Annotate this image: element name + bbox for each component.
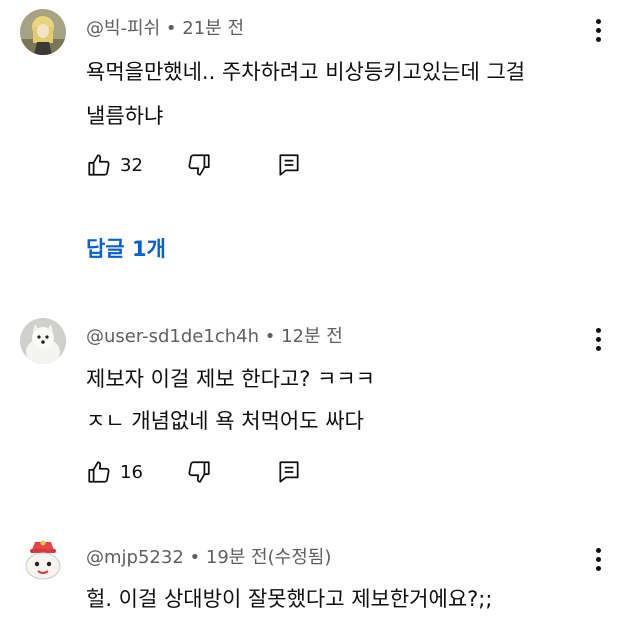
dislike-button[interactable]	[186, 459, 212, 485]
thumbs-down-icon	[188, 461, 210, 483]
thumbs-down-icon	[188, 154, 210, 176]
thumbs-up-icon	[88, 461, 110, 483]
reply-comment-icon	[279, 461, 299, 483]
meta-separator: •	[189, 547, 201, 568]
avatar[interactable]	[20, 538, 66, 584]
comment-time[interactable]: 21분 전	[182, 18, 244, 39]
comment-text-line: 헐. 이걸 상대방이 잘못했다고 제보한거에요?;;	[86, 587, 493, 611]
meta-separator: •	[264, 326, 276, 347]
kebab-dot-icon	[595, 336, 601, 342]
meta-separator: •	[165, 18, 177, 39]
kebab-dot-icon	[595, 547, 601, 553]
kebab-dot-icon	[595, 36, 601, 42]
more-options-button[interactable]	[588, 15, 608, 45]
more-options-button[interactable]	[588, 324, 608, 354]
comment-text-line: 낼름하냐	[86, 104, 164, 128]
comment-text-line: 욕먹을만했네.. 주차하려고 비상등키고있는데 그걸	[86, 60, 526, 84]
blonde-figure-avatar	[20, 9, 66, 55]
comment-author[interactable]: @mjp5232	[86, 547, 184, 568]
comment-time[interactable]: 12분 전	[281, 326, 343, 347]
reply-button[interactable]	[276, 152, 302, 178]
comment-author[interactable]: @빅-피쉬	[86, 18, 160, 39]
kebab-dot-icon	[595, 556, 601, 562]
cartoon-character-avatar	[20, 538, 66, 584]
comment-text-line: ㅈㄴ 개념없네 욕 처먹어도 싸다	[86, 409, 364, 433]
kebab-dot-icon	[595, 27, 601, 33]
reply-button[interactable]	[276, 459, 302, 485]
view-replies-button[interactable]: 답글 1개	[86, 233, 166, 263]
like-button[interactable]: 16	[86, 459, 143, 485]
like-button[interactable]: 32	[86, 152, 143, 178]
avatar[interactable]	[20, 9, 66, 55]
comment-meta: @mjp5232 • 19분 전(수정됨)	[86, 543, 331, 569]
comment-meta: @user-sd1de1ch4h • 12분 전	[86, 322, 343, 348]
kebab-dot-icon	[595, 18, 601, 24]
thumbs-up-icon	[88, 154, 110, 176]
dislike-button[interactable]	[186, 152, 212, 178]
comment-time[interactable]: 19분 전(수정됨)	[206, 547, 331, 568]
like-count: 32	[120, 154, 143, 176]
kebab-dot-icon	[595, 327, 601, 333]
avatar[interactable]	[20, 318, 66, 364]
comment-meta: @빅-피쉬 • 21분 전	[86, 14, 244, 40]
reply-comment-icon	[279, 154, 299, 176]
kebab-dot-icon	[595, 345, 601, 351]
like-count: 16	[120, 461, 143, 483]
comment-text-line: 제보자 이걸 제보 한다고? ㅋㅋㅋ	[86, 367, 376, 391]
white-dog-avatar	[20, 318, 66, 364]
more-options-button[interactable]	[588, 544, 608, 574]
kebab-dot-icon	[595, 565, 601, 571]
comment-author[interactable]: @user-sd1de1ch4h	[86, 326, 259, 347]
